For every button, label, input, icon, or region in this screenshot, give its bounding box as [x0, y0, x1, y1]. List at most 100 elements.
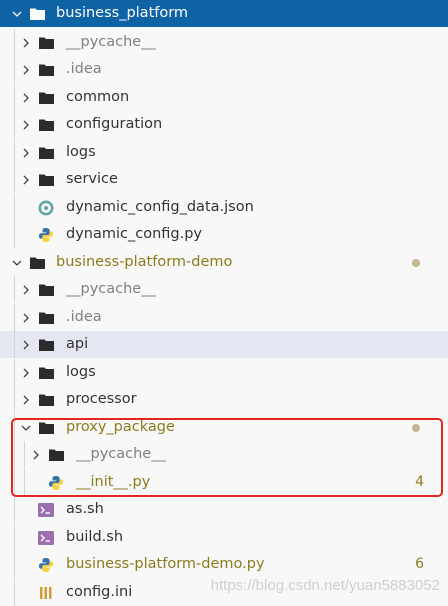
- tree-row-pycache[interactable]: __pycache__: [0, 441, 448, 468]
- shell-file-icon: [38, 496, 54, 523]
- tree-row-build-sh[interactable]: build.sh: [0, 524, 448, 551]
- tree-row-label: dynamic_config.py: [66, 226, 203, 242]
- modified-dot-icon: [412, 424, 420, 432]
- tree-row-label: business-platform-demo: [56, 254, 233, 270]
- tree-row-dynamic-config-data-json[interactable]: dynamic_config_data.json: [0, 194, 448, 221]
- tree-row-label: proxy_package: [66, 419, 175, 435]
- folder-icon: [29, 0, 45, 27]
- tree-row-label: common: [66, 89, 130, 105]
- tree-row-label: __pycache__: [66, 281, 156, 297]
- problem-count-badge: 4: [415, 474, 424, 490]
- indent-guide: [14, 359, 15, 386]
- indent-guide: [14, 386, 15, 413]
- chevron-down-icon[interactable]: [18, 414, 34, 441]
- tree-row-business-platform-demo-py[interactable]: business-platform-demo.py 6: [0, 551, 448, 578]
- tree-row-label: __pycache__: [76, 446, 166, 462]
- folder-icon: [38, 331, 54, 358]
- chevron-down-icon[interactable]: [9, 0, 25, 27]
- chevron-right-icon[interactable]: [18, 386, 34, 413]
- chevron-right-icon[interactable]: [18, 331, 34, 358]
- problem-count-badge: 6: [415, 556, 424, 572]
- json-file-icon: [38, 194, 54, 221]
- tree-row-label: dynamic_config_data.json: [66, 199, 254, 215]
- folder-icon: [38, 276, 54, 303]
- chevron-right-icon[interactable]: [18, 166, 34, 193]
- indent-guide: [14, 331, 15, 358]
- tree-row-proxy-package[interactable]: proxy_package: [0, 414, 448, 441]
- tree-row-as-sh[interactable]: as.sh: [0, 496, 448, 523]
- folder-icon: [48, 441, 64, 468]
- folder-icon: [38, 139, 54, 166]
- tree-row-label: logs: [66, 364, 96, 380]
- tree-row-logs[interactable]: logs: [0, 359, 448, 386]
- chevron-right-icon[interactable]: [18, 276, 34, 303]
- chevron-right-icon[interactable]: [28, 441, 44, 468]
- modified-dot-icon: [412, 259, 420, 267]
- tree-row-dynamic-config-py[interactable]: dynamic_config.py: [0, 221, 448, 248]
- tree-row-label: as.sh: [66, 501, 104, 517]
- tree-row-idea[interactable]: .idea: [0, 304, 448, 331]
- tree-row-label: .idea: [66, 309, 102, 325]
- chevron-right-icon[interactable]: [18, 29, 34, 56]
- chevron-right-icon[interactable]: [18, 359, 34, 386]
- tree-row-label: .idea: [66, 61, 102, 77]
- tree-row-pycache[interactable]: __pycache__: [0, 276, 448, 303]
- chevron-right-icon[interactable]: [18, 56, 34, 83]
- folder-icon: [38, 29, 54, 56]
- python-file-icon: [48, 469, 64, 496]
- indent-guide: [14, 56, 15, 83]
- tree-row-label: api: [66, 336, 89, 352]
- tree-row-label: service: [66, 171, 118, 187]
- tree-row-idea[interactable]: .idea: [0, 56, 448, 83]
- indent-guide: [14, 84, 15, 111]
- tree-row-label: __pycache__: [66, 34, 156, 50]
- indent-guide: [14, 524, 15, 551]
- indent-guide: [14, 414, 15, 441]
- tree-row-business-platform-demo[interactable]: business-platform-demo: [0, 249, 448, 276]
- indent-guide: [14, 551, 15, 578]
- chevron-right-icon[interactable]: [18, 84, 34, 111]
- tree-row-processor[interactable]: processor: [0, 386, 448, 413]
- file-explorer-tree: business_platform __pycache__ .idea comm…: [0, 0, 448, 606]
- indent-guide: [14, 194, 15, 221]
- shell-file-icon: [38, 524, 54, 551]
- tree-row-init-py[interactable]: __init__.py 4: [0, 469, 448, 496]
- indent-guide: [14, 304, 15, 331]
- indent-guide: [14, 29, 15, 56]
- folder-icon: [38, 111, 54, 138]
- folder-icon: [38, 56, 54, 83]
- indent-guide: [14, 441, 15, 468]
- folder-icon: [38, 166, 54, 193]
- tree-row-label: business_platform: [56, 5, 189, 21]
- tree-row-label: business-platform-demo.py: [66, 556, 265, 572]
- tree-row-service[interactable]: service: [0, 166, 448, 193]
- indent-guide: [14, 276, 15, 303]
- folder-icon: [38, 386, 54, 413]
- tree-row-api[interactable]: api: [0, 331, 448, 358]
- folder-icon: [38, 84, 54, 111]
- tree-row-logs[interactable]: logs: [0, 139, 448, 166]
- folder-icon: [38, 414, 54, 441]
- indent-guide: [14, 166, 15, 193]
- python-file-icon: [38, 551, 54, 578]
- folder-icon: [38, 304, 54, 331]
- folder-icon: [29, 249, 45, 276]
- indent-guide: [24, 469, 25, 496]
- indent-guide: [24, 441, 25, 468]
- tree-row-common[interactable]: common: [0, 84, 448, 111]
- tree-row-pycache[interactable]: __pycache__: [0, 29, 448, 56]
- indent-guide: [14, 469, 15, 496]
- tree-row-label: configuration: [66, 116, 163, 132]
- indent-guide: [14, 139, 15, 166]
- tree-row-business-platform[interactable]: business_platform: [0, 0, 448, 27]
- chevron-right-icon[interactable]: [18, 304, 34, 331]
- indent-guide: [14, 496, 15, 523]
- chevron-right-icon[interactable]: [18, 111, 34, 138]
- watermark: https://blog.csdn.net/yuan5883052: [210, 577, 440, 594]
- tree-row-label: __init__.py: [76, 474, 151, 490]
- python-file-icon: [38, 221, 54, 248]
- indent-guide: [14, 111, 15, 138]
- tree-row-configuration[interactable]: configuration: [0, 111, 448, 138]
- chevron-right-icon[interactable]: [18, 139, 34, 166]
- chevron-down-icon[interactable]: [9, 249, 25, 276]
